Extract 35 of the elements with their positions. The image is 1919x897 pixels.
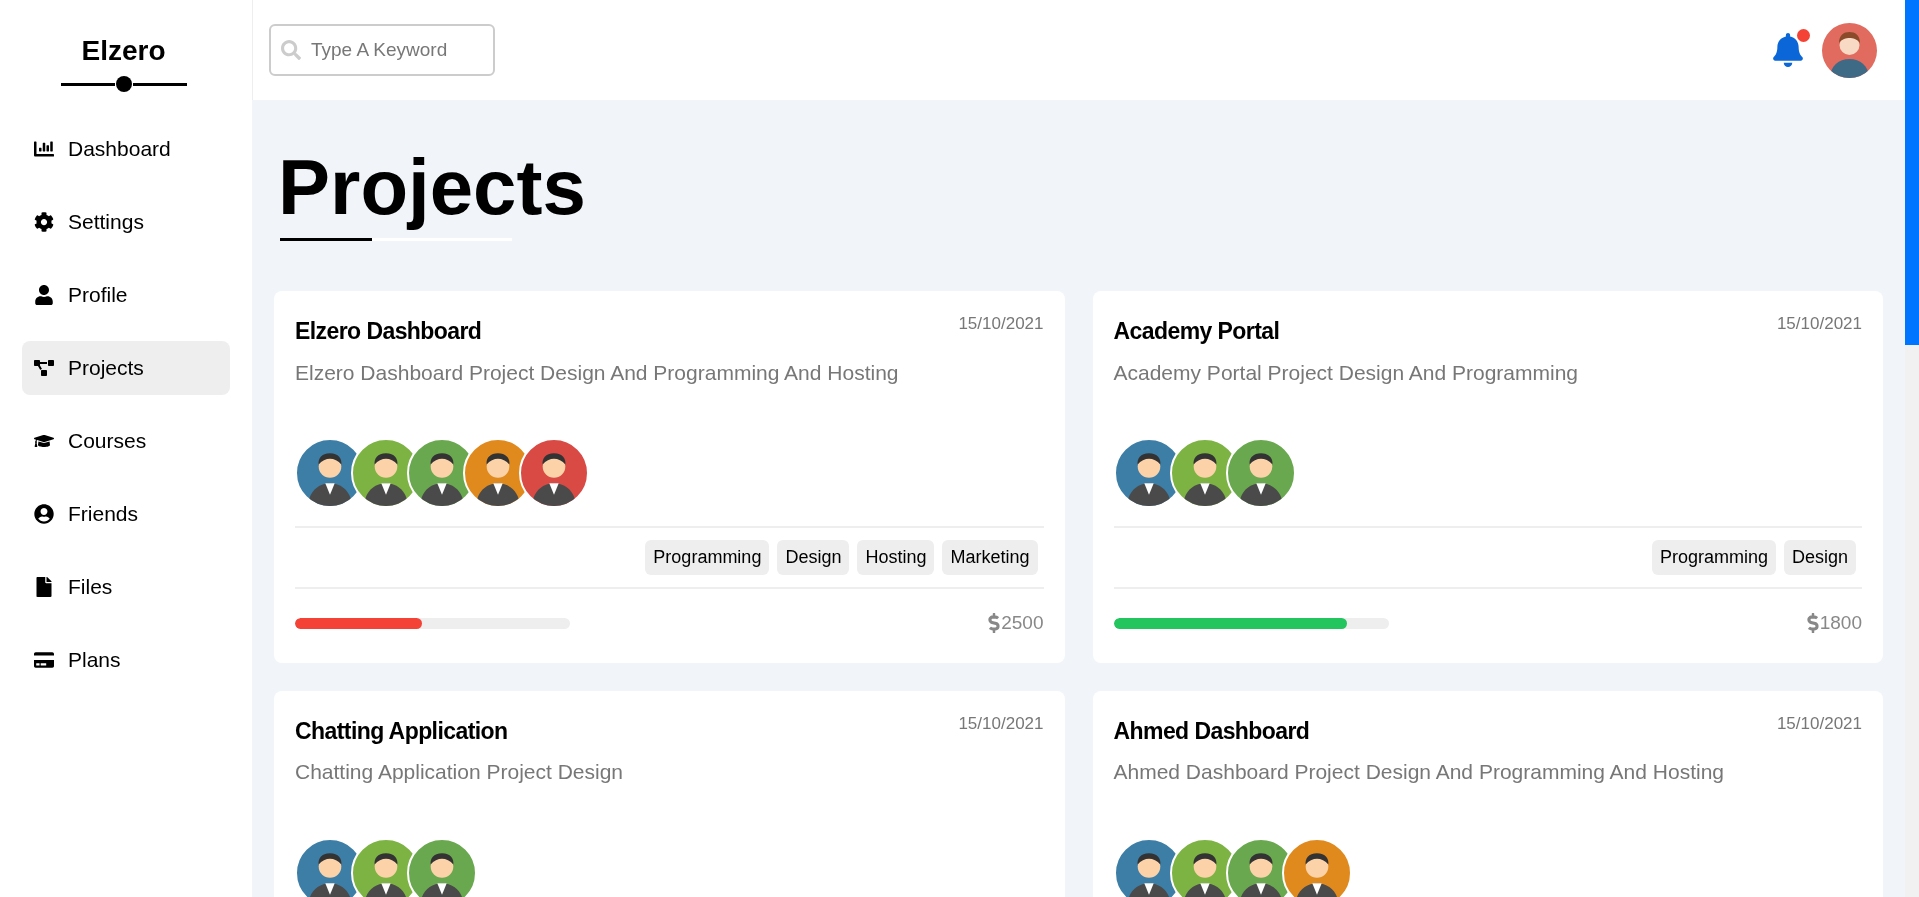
project-price: 2500 — [1001, 611, 1044, 635]
dollar-icon — [1805, 613, 1820, 634]
credit-card-icon — [34, 650, 54, 670]
project-description: Elzero Dashboard Project Design And Programming And Hosting — [295, 359, 900, 386]
tag: Programming — [645, 540, 770, 575]
project-title: Ahmed Dashboard — [1113, 716, 1310, 746]
dollar-icon — [987, 613, 1002, 634]
search-field[interactable]: Type A Keyword — [269, 24, 495, 76]
project-title: Elzero Dashboard — [295, 317, 482, 346]
project-date: 15/10/2021 — [958, 313, 1044, 335]
scrollbar-thumb[interactable] — [1905, 0, 1919, 345]
sidebar-item[interactable]: Projects — [22, 341, 230, 395]
settings-icon — [34, 212, 54, 232]
search-icon — [281, 40, 301, 60]
brand-logo: Elzero — [81, 34, 166, 68]
user-avatar[interactable] — [1822, 22, 1877, 78]
project-description: Chatting Application Project Design — [295, 759, 625, 785]
project-date: 15/10/2021 — [1776, 712, 1862, 735]
diagram-icon — [34, 358, 54, 378]
notification-bell-icon[interactable] — [1772, 33, 1804, 67]
tag: Marketing — [942, 540, 1038, 575]
tag: Programming — [1651, 540, 1776, 575]
file-icon — [34, 577, 54, 597]
tag: Design — [1783, 540, 1856, 575]
tag: Hosting — [857, 540, 935, 575]
project-date: 15/10/2021 — [1776, 313, 1862, 335]
tag: Design — [777, 540, 850, 575]
project-description: Academy Portal Project Design And Programming — [1113, 359, 1580, 386]
project-title: Academy Portal — [1113, 317, 1280, 346]
project-title: Chatting Application — [295, 716, 508, 746]
project-price: 1800 — [1819, 611, 1862, 635]
project-date: 15/10/2021 — [958, 712, 1044, 735]
project-description: Ahmed Dashboard Project Design And Programming And Hosting — [1113, 759, 1725, 785]
user-icon — [34, 285, 54, 305]
chart-icon — [34, 139, 54, 159]
